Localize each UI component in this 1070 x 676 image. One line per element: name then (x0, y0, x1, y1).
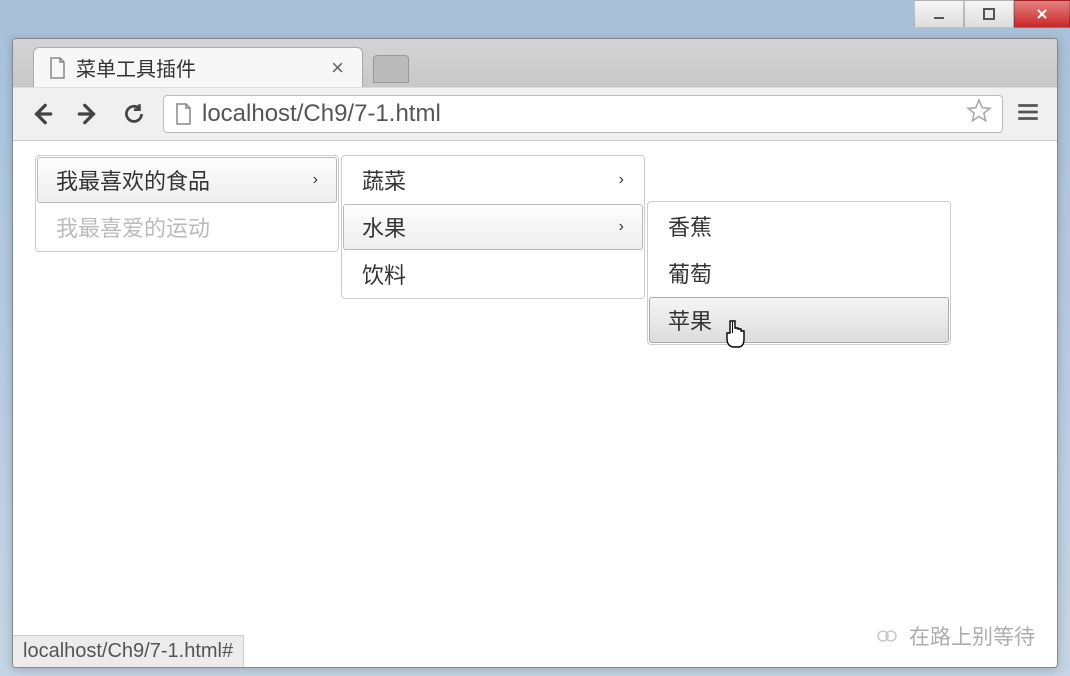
chevron-right-icon: › (313, 171, 318, 189)
close-window-button[interactable] (1014, 0, 1070, 28)
status-text: localhost/Ch9/7-1.html# (23, 640, 233, 663)
menu-item[interactable]: 葡萄 (649, 250, 949, 296)
minimize-button[interactable] (914, 0, 964, 28)
address-bar[interactable]: localhost/Ch9/7-1.html (163, 95, 1003, 133)
tab-title: 菜单工具插件 (76, 53, 196, 82)
menu-item-label: 葡萄 (668, 257, 712, 289)
arrow-left-icon (29, 101, 55, 127)
minimize-icon (932, 7, 946, 21)
forward-button[interactable] (71, 97, 105, 131)
new-tab-button[interactable] (373, 55, 409, 83)
menu-button[interactable] (1015, 99, 1045, 129)
star-icon (966, 98, 992, 124)
menu-level-3: 香蕉葡萄苹果 (647, 201, 951, 345)
menu-item-label: 蔬菜 (362, 164, 406, 196)
menu-item: 我最喜爱的运动 (37, 204, 337, 250)
menu-item-label: 我最喜欢的食品 (56, 164, 210, 196)
menu-item[interactable]: 饮料 (343, 251, 643, 297)
menu-item-label: 苹果 (668, 304, 712, 336)
browser-tab[interactable]: 菜单工具插件 × (33, 47, 363, 87)
maximize-button[interactable] (964, 0, 1014, 28)
tab-close-button[interactable]: × (327, 55, 348, 81)
menu-item[interactable]: 香蕉 (649, 203, 949, 249)
menu-item[interactable]: 苹果 (649, 297, 949, 343)
maximize-icon (982, 7, 996, 21)
browser-toolbar: localhost/Ch9/7-1.html (13, 87, 1057, 141)
back-button[interactable] (25, 97, 59, 131)
watermark-text: 在路上别等待 (909, 621, 1035, 651)
url-text: localhost/Ch9/7-1.html (202, 100, 441, 128)
watermark-icon (873, 622, 901, 650)
menu-item[interactable]: 我最喜欢的食品 › (37, 157, 337, 203)
browser-window: 菜单工具插件 × localhost/Ch9/7-1.html (12, 38, 1058, 668)
hamburger-icon (1015, 99, 1041, 125)
menu-item-label: 我最喜爱的运动 (56, 211, 210, 243)
reload-icon (121, 101, 147, 127)
close-icon (1035, 7, 1049, 21)
menu-item-label: 饮料 (362, 258, 406, 290)
menu-item-label: 水果 (362, 211, 406, 243)
chevron-right-icon: › (619, 171, 624, 189)
chevron-right-icon: › (619, 218, 624, 236)
watermark: 在路上别等待 (873, 621, 1035, 651)
menu-level-2: 蔬菜 › 水果 › 饮料 (341, 155, 645, 299)
page-viewport: 我最喜欢的食品 › 我最喜爱的运动 蔬菜 › 水果 › 饮料 香蕉葡萄苹果 localhos… (13, 141, 1057, 667)
menu-item-label: 香蕉 (668, 210, 712, 242)
bookmark-button[interactable] (966, 98, 992, 131)
status-bar: localhost/Ch9/7-1.html# (13, 635, 244, 667)
page-icon (48, 57, 66, 79)
reload-button[interactable] (117, 97, 151, 131)
menu-level-1: 我最喜欢的食品 › 我最喜爱的运动 (35, 155, 339, 252)
arrow-right-icon (75, 101, 101, 127)
menu-item[interactable]: 水果 › (343, 204, 643, 250)
tab-strip: 菜单工具插件 × (13, 39, 1057, 87)
page-icon (174, 103, 192, 125)
window-controls (914, 0, 1070, 28)
menu-item[interactable]: 蔬菜 › (343, 157, 643, 203)
